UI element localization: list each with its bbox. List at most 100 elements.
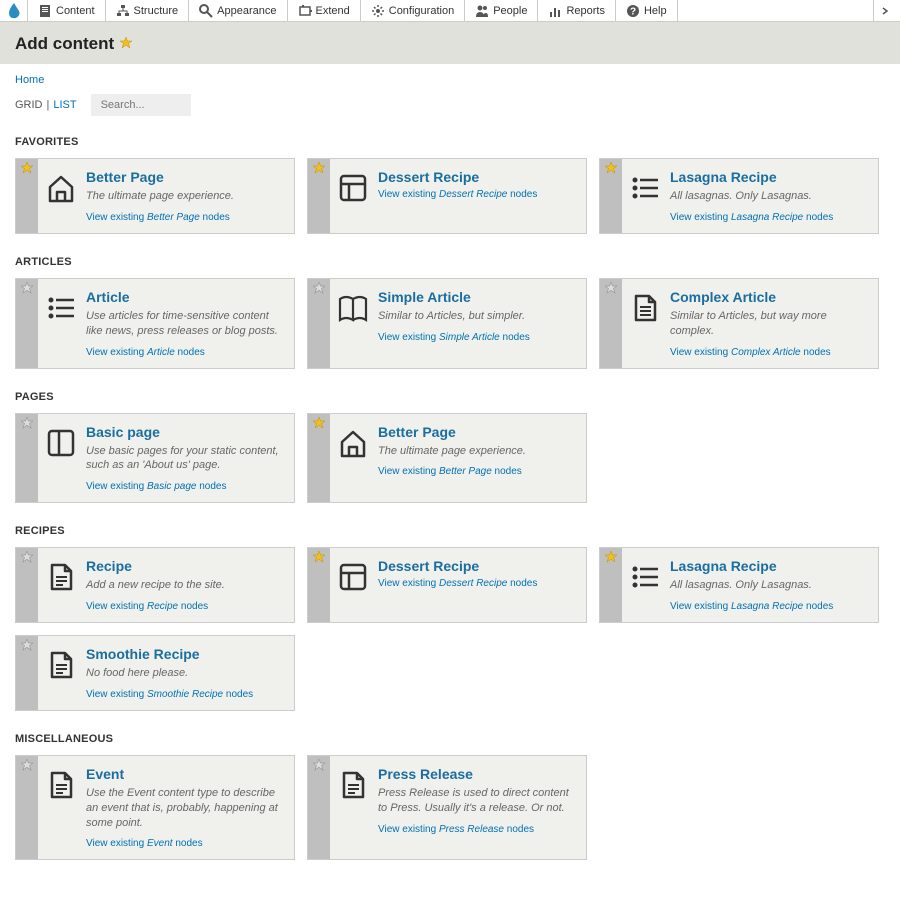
view-existing-link[interactable]: View existing Article nodes xyxy=(86,347,205,358)
star-filled-icon[interactable] xyxy=(313,162,325,174)
card-link[interactable]: View existing Recipe nodes xyxy=(86,601,284,612)
view-existing-link[interactable]: View existing Event nodes xyxy=(86,838,203,849)
card-strip xyxy=(600,159,622,233)
menu-content[interactable]: Content xyxy=(28,0,106,21)
card-body: Press ReleasePress Release is used to di… xyxy=(376,756,586,860)
star-empty-icon[interactable] xyxy=(313,759,325,771)
content-type-card[interactable]: Smoothie RecipeNo food here please.View … xyxy=(15,635,295,711)
star-filled-icon[interactable] xyxy=(605,551,617,563)
card-link[interactable]: View existing Smoothie Recipe nodes xyxy=(86,689,284,700)
view-existing-link[interactable]: View existing Dessert Recipe nodes xyxy=(378,189,537,200)
card-link[interactable]: View existing Better Page nodes xyxy=(378,466,576,477)
star-empty-icon[interactable] xyxy=(21,551,33,563)
view-existing-link[interactable]: View existing Better Page nodes xyxy=(86,212,230,223)
card-link[interactable]: View existing Article nodes xyxy=(86,347,284,358)
card-title[interactable]: Recipe xyxy=(86,558,284,574)
card-title[interactable]: Dessert Recipe xyxy=(378,558,576,574)
view-grid[interactable]: GRID xyxy=(15,99,43,111)
star-filled-icon[interactable] xyxy=(313,417,325,429)
card-description: Use basic pages for your static content,… xyxy=(86,444,284,474)
view-existing-link[interactable]: View existing Lasagna Recipe nodes xyxy=(670,601,833,612)
star-icon[interactable] xyxy=(120,34,132,54)
menu-appearance[interactable]: Appearance xyxy=(189,0,287,21)
view-existing-link[interactable]: View existing Basic page nodes xyxy=(86,481,226,492)
view-existing-link[interactable]: View existing Dessert Recipe nodes xyxy=(378,578,537,589)
card-title[interactable]: Basic page xyxy=(86,424,284,440)
card-link[interactable]: View existing Dessert Recipe nodes xyxy=(378,578,576,589)
content-type-card[interactable]: Dessert Recipe View existing Dessert Reci… xyxy=(307,158,587,234)
card-link[interactable]: View existing Basic page nodes xyxy=(86,481,284,492)
card-title[interactable]: Lasagna Recipe xyxy=(670,558,868,574)
view-list[interactable]: LIST xyxy=(53,99,76,111)
star-empty-icon[interactable] xyxy=(21,639,33,651)
card-link[interactable]: View existing Better Page nodes xyxy=(86,212,284,223)
star-empty-icon[interactable] xyxy=(21,282,33,294)
content-type-card[interactable]: Lasagna RecipeAll lasagnas. Only Lasagna… xyxy=(599,547,879,623)
card-strip xyxy=(16,159,38,233)
star-empty-icon[interactable] xyxy=(21,759,33,771)
menu-help[interactable]: Help xyxy=(616,0,678,21)
menu-extend[interactable]: Extend xyxy=(288,0,361,21)
menu-people[interactable]: People xyxy=(465,0,538,21)
card-link[interactable]: View existing Event nodes xyxy=(86,838,284,849)
view-existing-link[interactable]: View existing Press Release nodes xyxy=(378,824,534,835)
star-filled-icon[interactable] xyxy=(21,162,33,174)
star-empty-icon[interactable] xyxy=(605,282,617,294)
menu-structure[interactable]: Structure xyxy=(106,0,190,21)
view-existing-link[interactable]: View existing Complex Article nodes xyxy=(670,347,831,358)
card-strip xyxy=(308,159,330,233)
menu-right-toggle[interactable] xyxy=(873,0,900,21)
content-type-card[interactable]: Basic page Use basic pages for your stati… xyxy=(15,413,295,504)
view-existing-link[interactable]: View existing Simple Article nodes xyxy=(378,332,530,343)
view-existing-link[interactable]: View existing Lasagna Recipe nodes xyxy=(670,212,833,223)
breadcrumb: Home xyxy=(15,74,885,86)
menu-configuration[interactable]: Configuration xyxy=(361,0,465,21)
card-title[interactable]: Press Release xyxy=(378,766,576,782)
card-link[interactable]: View existing Lasagna Recipe nodes xyxy=(670,601,868,612)
card-link[interactable]: View existing Press Release nodes xyxy=(378,824,576,835)
menu-label: People xyxy=(493,5,527,17)
content-type-card[interactable]: Complex ArticleSimilar to Articles, but … xyxy=(599,278,879,369)
card-link[interactable]: View existing Simple Article nodes xyxy=(378,332,576,343)
content-type-card[interactable]: Press ReleasePress Release is used to di… xyxy=(307,755,587,861)
star-empty-icon[interactable] xyxy=(21,417,33,429)
content-type-card[interactable]: Lasagna RecipeAll lasagnas. Only Lasagna… xyxy=(599,158,879,234)
card-body: RecipeAdd a new recipe to the site.View … xyxy=(84,548,294,622)
card-title[interactable]: Smoothie Recipe xyxy=(86,646,284,662)
card-title[interactable]: Event xyxy=(86,766,284,782)
menu-reports[interactable]: Reports xyxy=(538,0,616,21)
card-strip xyxy=(308,756,330,860)
card-title[interactable]: Better Page xyxy=(378,424,576,440)
card-title[interactable]: Lasagna Recipe xyxy=(670,169,868,185)
drupal-logo[interactable] xyxy=(0,0,28,21)
card-link[interactable]: View existing Dessert Recipe nodes xyxy=(378,189,576,200)
card-title[interactable]: Dessert Recipe xyxy=(378,169,576,185)
content-type-card[interactable]: RecipeAdd a new recipe to the site.View … xyxy=(15,547,295,623)
card-link[interactable]: View existing Complex Article nodes xyxy=(670,347,868,358)
view-existing-link[interactable]: View existing Better Page nodes xyxy=(378,466,522,477)
book-icon xyxy=(338,293,368,323)
card-body: Better PageThe ultimate page experience.… xyxy=(376,414,586,503)
card-link[interactable]: View existing Lasagna Recipe nodes xyxy=(670,212,868,223)
star-empty-icon[interactable] xyxy=(313,282,325,294)
content-type-card[interactable]: ArticleUse articles for time-sensitive c… xyxy=(15,278,295,369)
admin-menu-bar: Content Structure Appearance Extend Conf… xyxy=(0,0,900,22)
content-type-card[interactable]: Dessert Recipe View existing Dessert Reci… xyxy=(307,547,587,623)
card-title[interactable]: Complex Article xyxy=(670,289,868,305)
card-icon-col xyxy=(38,414,84,503)
card-title[interactable]: Article xyxy=(86,289,284,305)
content-type-card[interactable]: Better PageThe ultimate page experience.… xyxy=(15,158,295,234)
content-type-card[interactable]: EventUse the Event content type to descr… xyxy=(15,755,295,861)
card-body: Lasagna RecipeAll lasagnas. Only Lasagna… xyxy=(668,159,878,233)
search-input[interactable] xyxy=(91,94,191,116)
card-title[interactable]: Better Page xyxy=(86,169,284,185)
content-type-card[interactable]: Better PageThe ultimate page experience.… xyxy=(307,413,587,504)
breadcrumb-home[interactable]: Home xyxy=(15,74,44,86)
star-filled-icon[interactable] xyxy=(605,162,617,174)
card-icon-col xyxy=(38,279,84,368)
content-type-card[interactable]: Simple ArticleSimilar to Articles, but s… xyxy=(307,278,587,369)
view-existing-link[interactable]: View existing Recipe nodes xyxy=(86,601,208,612)
view-existing-link[interactable]: View existing Smoothie Recipe nodes xyxy=(86,689,253,700)
card-title[interactable]: Simple Article xyxy=(378,289,576,305)
star-filled-icon[interactable] xyxy=(313,551,325,563)
